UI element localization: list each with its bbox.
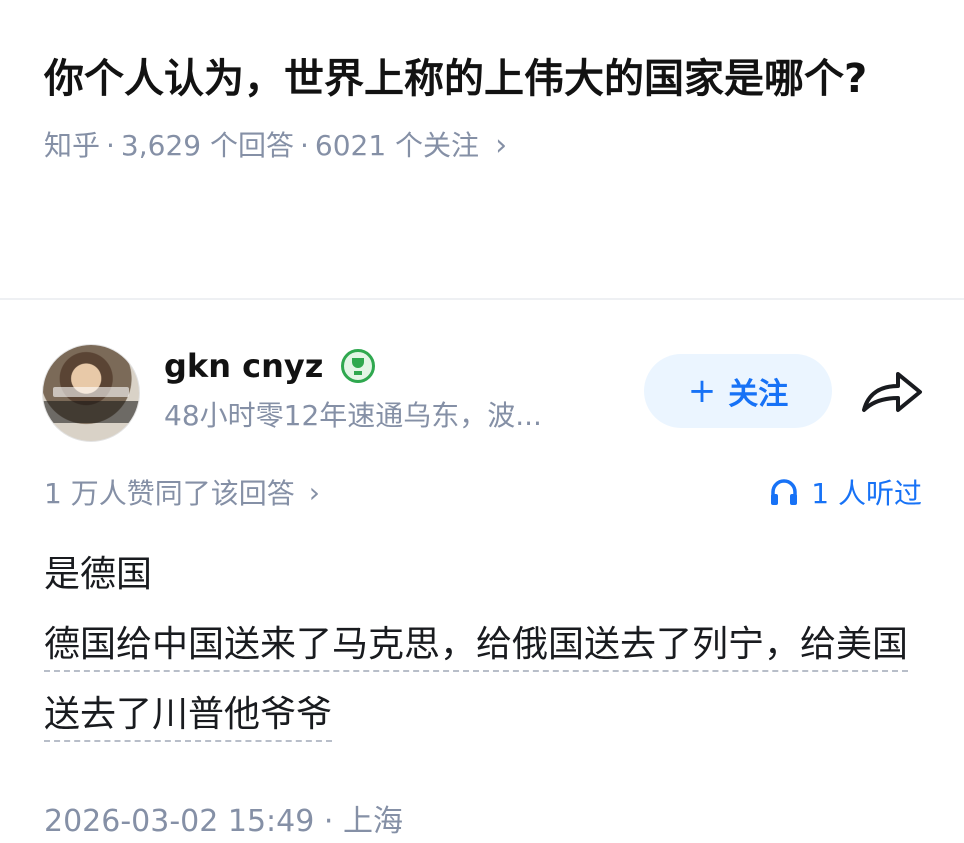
question-title[interactable]: 你个人认为，世界上称的上伟大的国家是哪个? xyxy=(44,46,924,112)
author-name-row[interactable]: gkn cnyz xyxy=(164,344,376,388)
answer-footer: 2026-03-02 15:49 · 上海 xyxy=(44,802,403,842)
answer-stats: 1 万人赞同了该回答 › 1 人听过 xyxy=(44,470,922,514)
location: 上海 xyxy=(342,804,403,839)
meta-separator: · xyxy=(106,129,115,162)
agree-count[interactable]: 1 万人赞同了该回答 › xyxy=(44,472,320,512)
chevron-right-icon: › xyxy=(495,128,508,163)
agree-text: 1 万人赞同了该回答 xyxy=(44,477,295,510)
question-header: 你个人认为，世界上称的上伟大的国家是哪个? 知乎 · 3,629 个回答 · 6… xyxy=(44,46,924,166)
timestamp: 2026-03-02 15:49 xyxy=(44,804,315,839)
meta-separator: · xyxy=(299,129,309,162)
section-divider xyxy=(0,298,964,300)
answer-highlight-text[interactable]: 德国给中国送来了马克思，给俄国送去了列宁，给美国送去了川普他爷爷 xyxy=(44,624,908,735)
avatar-caption-decoration xyxy=(53,387,129,397)
answer-content[interactable]: 是德国 德国给中国送来了马克思，给俄国送去了列宁，给美国送去了川普他爷爷 xyxy=(44,548,924,750)
author-row: gkn cnyz 48小时零12年速通乌东，波... + 关注 xyxy=(40,340,924,442)
follow-button[interactable]: + 关注 xyxy=(644,354,832,428)
share-icon[interactable] xyxy=(858,364,924,418)
listen-text: 1 人听过 xyxy=(811,477,922,510)
avatar[interactable] xyxy=(42,344,140,442)
author-name[interactable]: gkn cnyz xyxy=(164,344,323,388)
answer-paragraph: 德国给中国送来了马克思，给俄国送去了列宁，给美国送去了川普他爷爷 xyxy=(44,610,924,750)
plus-icon: + xyxy=(687,371,717,411)
follower-count: 6021 个关注 xyxy=(314,129,480,162)
headphone-icon xyxy=(771,479,798,505)
question-meta[interactable]: 知乎 · 3,629 个回答 · 6021 个关注 › xyxy=(44,126,924,166)
answer-count: 3,629 个回答 xyxy=(120,129,294,162)
avatar-caption-decoration xyxy=(43,401,139,423)
author-description: 48小时零12年速通乌东，波... xyxy=(164,399,542,432)
listen-count[interactable]: 1 人听过 xyxy=(769,472,922,512)
source-label: 知乎 xyxy=(44,129,101,162)
trophy-badge-icon[interactable] xyxy=(341,349,376,383)
follow-label: 关注 xyxy=(728,377,789,412)
chevron-right-icon: › xyxy=(308,475,320,509)
footer-separator: · xyxy=(323,804,334,839)
answer-paragraph: 是德国 xyxy=(44,554,153,595)
